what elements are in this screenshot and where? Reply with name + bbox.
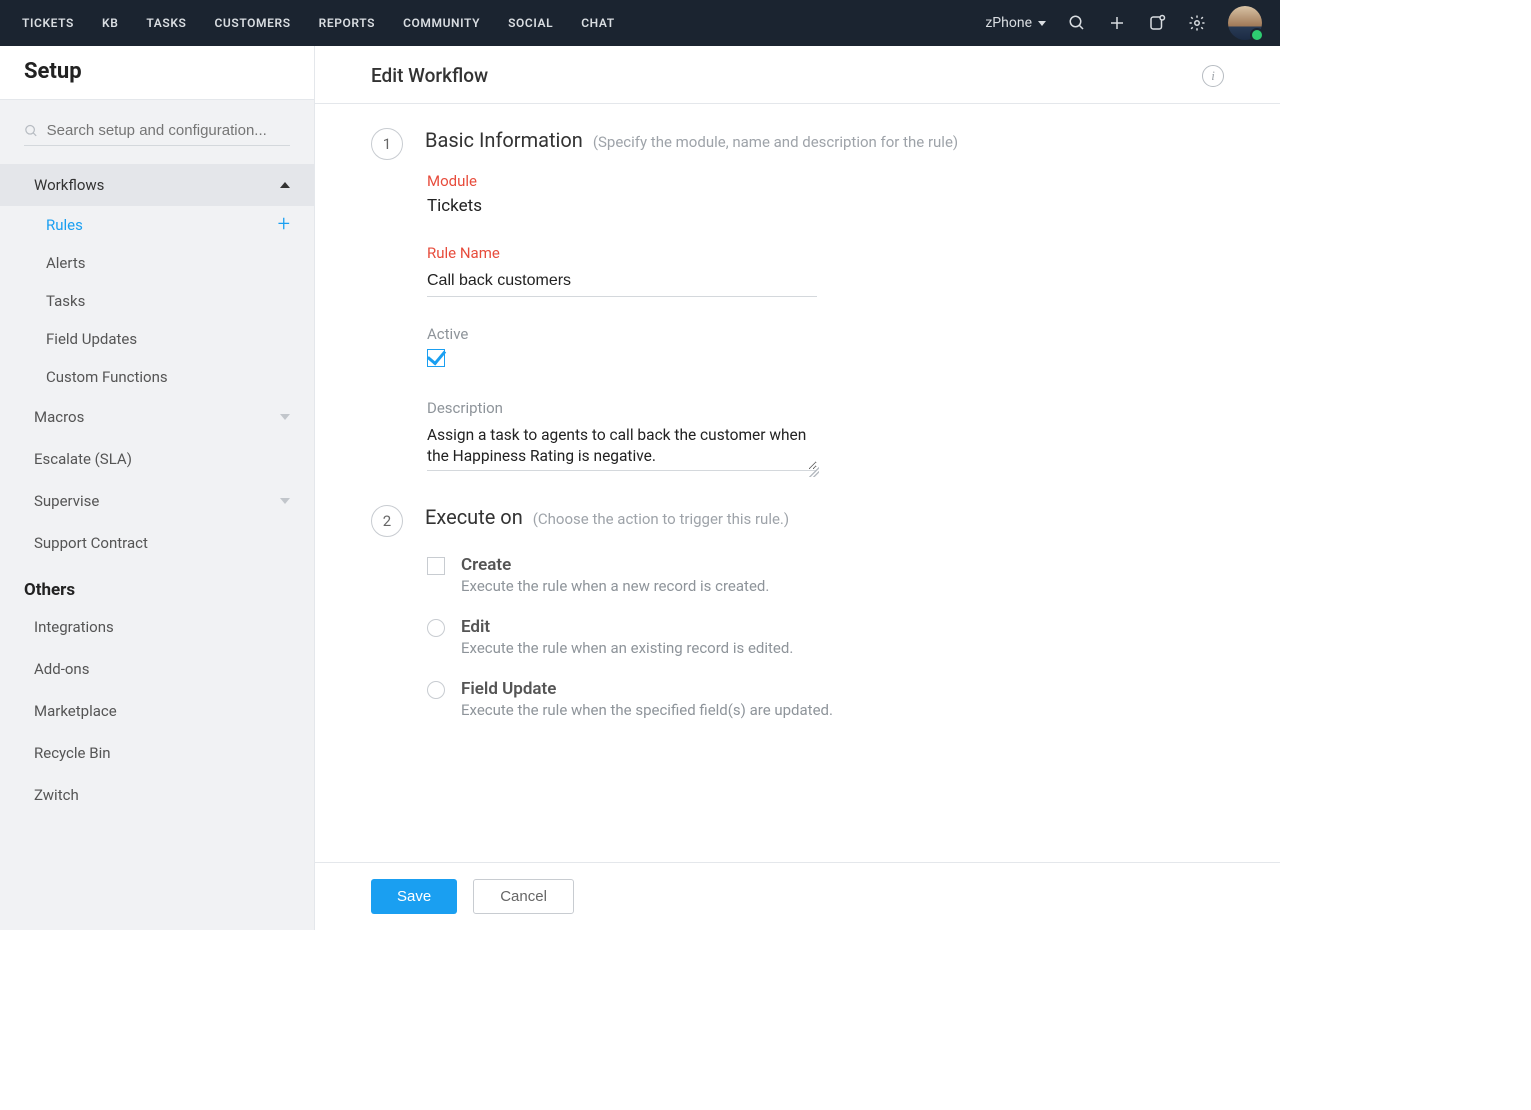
step-basic-information: 1 Basic Information (Specify the module,… [371, 128, 1224, 475]
sidebar-item-alerts[interactable]: Alerts [0, 244, 314, 282]
sidebar-item-rules[interactable]: Rules + [0, 206, 314, 244]
sidebar-item-addons[interactable]: Add-ons [0, 648, 314, 690]
description-textarea[interactable] [427, 423, 817, 471]
module-value: Tickets [427, 196, 1224, 216]
radio-icon[interactable] [427, 681, 445, 699]
chevron-up-icon [280, 182, 290, 188]
sidebar-item-label: Support Contract [34, 534, 148, 552]
option-desc: Execute the rule when a new record is cr… [461, 577, 769, 595]
setup-title: Setup [24, 59, 290, 84]
sidebar-item-label: Tasks [46, 292, 85, 310]
sidebar-item-label: Workflows [34, 176, 104, 194]
step-execute-on: 2 Execute on (Choose the action to trigg… [371, 505, 1224, 741]
plus-icon[interactable] [1108, 14, 1126, 32]
nav-community[interactable]: COMMUNITY [403, 16, 480, 30]
left-column: Setup Workflows Rules + Alerts [0, 46, 315, 930]
main-header: Edit Workflow i [315, 46, 1280, 104]
sidebar-item-workflows[interactable]: Workflows [0, 164, 314, 206]
nav-tasks[interactable]: TASKS [146, 16, 186, 30]
description-label: Description [427, 399, 1224, 417]
sidebar-item-label: Marketplace [34, 702, 117, 720]
sidebar-item-support-contract[interactable]: Support Contract [0, 522, 314, 564]
sidebar-item-marketplace[interactable]: Marketplace [0, 690, 314, 732]
option-title: Field Update [461, 679, 833, 699]
nav-social[interactable]: SOCIAL [508, 16, 553, 30]
chevron-down-icon [1038, 21, 1046, 26]
execute-option-edit[interactable]: Edit Execute the rule when an existing r… [427, 617, 1224, 657]
sidebar-section-others: Others [0, 564, 314, 606]
sidebar-item-label: Alerts [46, 254, 86, 272]
footer-actions: Save Cancel [315, 862, 1280, 930]
notifications-icon[interactable] [1148, 14, 1166, 32]
nav-customers[interactable]: CUSTOMERS [214, 16, 290, 30]
chevron-down-icon [280, 498, 290, 504]
radio-icon[interactable] [427, 619, 445, 637]
sidebar-item-label: Integrations [34, 618, 114, 636]
top-nav-right: zPhone [985, 6, 1262, 40]
active-label: Active [427, 325, 1224, 343]
step-title: Execute on [425, 505, 523, 529]
main-column: Edit Workflow i 1 Basic Information (Spe… [315, 46, 1280, 930]
module-label: Module [427, 172, 1224, 190]
sidebar-item-label: Recycle Bin [34, 744, 111, 762]
sidebar-item-field-updates[interactable]: Field Updates [0, 320, 314, 358]
sidebar-item-custom-functions[interactable]: Custom Functions [0, 358, 314, 396]
nav-chat[interactable]: CHAT [581, 16, 615, 30]
sidebar-item-label: Macros [34, 408, 84, 426]
setup-search-input[interactable] [47, 122, 290, 139]
brand-label: zPhone [985, 15, 1032, 31]
sidebar-item-supervise[interactable]: Supervise [0, 480, 314, 522]
sidebar-item-label: Escalate (SLA) [34, 450, 132, 468]
checkbox-icon[interactable] [427, 557, 445, 575]
option-desc: Execute the rule when an existing record… [461, 639, 793, 657]
search-icon [24, 123, 39, 139]
sidebar-item-recycle-bin[interactable]: Recycle Bin [0, 732, 314, 774]
chevron-down-icon [280, 414, 290, 420]
info-icon[interactable]: i [1202, 65, 1224, 87]
step-title: Basic Information [425, 128, 583, 152]
execute-option-create[interactable]: Create Execute the rule when a new recor… [427, 555, 1224, 595]
sidebar-item-label: Supervise [34, 492, 99, 510]
nav-kb[interactable]: KB [102, 16, 118, 30]
cancel-button[interactable]: Cancel [473, 879, 574, 914]
step-number: 1 [371, 128, 403, 160]
sidebar-item-label: Zwitch [34, 786, 79, 804]
sidebar-item-escalate[interactable]: Escalate (SLA) [0, 438, 314, 480]
sidebar-item-tasks[interactable]: Tasks [0, 282, 314, 320]
step-subtitle: (Choose the action to trigger this rule.… [533, 510, 789, 528]
resize-handle-icon[interactable] [809, 467, 819, 477]
step-number: 2 [371, 505, 403, 537]
rule-name-label: Rule Name [427, 244, 1224, 262]
page-title: Edit Workflow [371, 64, 488, 87]
nav-reports[interactable]: REPORTS [319, 16, 375, 30]
option-desc: Execute the rule when the specified fiel… [461, 701, 833, 719]
rule-name-input[interactable] [427, 268, 817, 297]
save-button[interactable]: Save [371, 879, 457, 914]
brand-switcher[interactable]: zPhone [985, 15, 1046, 31]
step-subtitle: (Specify the module, name and descriptio… [593, 133, 958, 151]
gear-icon[interactable] [1188, 14, 1206, 32]
option-title: Create [461, 555, 769, 575]
sidebar-item-integrations[interactable]: Integrations [0, 606, 314, 648]
active-checkbox[interactable] [427, 349, 445, 367]
nav-tickets[interactable]: TICKETS [22, 16, 74, 30]
setup-header: Setup [0, 46, 314, 100]
sidebar-item-label: Field Updates [46, 330, 137, 348]
sidebar-item-label: Rules [46, 216, 83, 234]
sidebar-item-macros[interactable]: Macros [0, 396, 314, 438]
top-nav-left: TICKETS KB TASKS CUSTOMERS REPORTS COMMU… [22, 16, 615, 30]
sidebar-item-label: Add-ons [34, 660, 89, 678]
option-title: Edit [461, 617, 793, 637]
setup-search[interactable] [24, 116, 290, 146]
top-nav: TICKETS KB TASKS CUSTOMERS REPORTS COMMU… [0, 0, 1280, 46]
avatar[interactable] [1228, 6, 1262, 40]
sidebar-item-zwitch[interactable]: Zwitch [0, 774, 314, 816]
sidebar-item-label: Custom Functions [46, 368, 168, 386]
search-icon[interactable] [1068, 14, 1086, 32]
execute-option-field-update[interactable]: Field Update Execute the rule when the s… [427, 679, 1224, 719]
